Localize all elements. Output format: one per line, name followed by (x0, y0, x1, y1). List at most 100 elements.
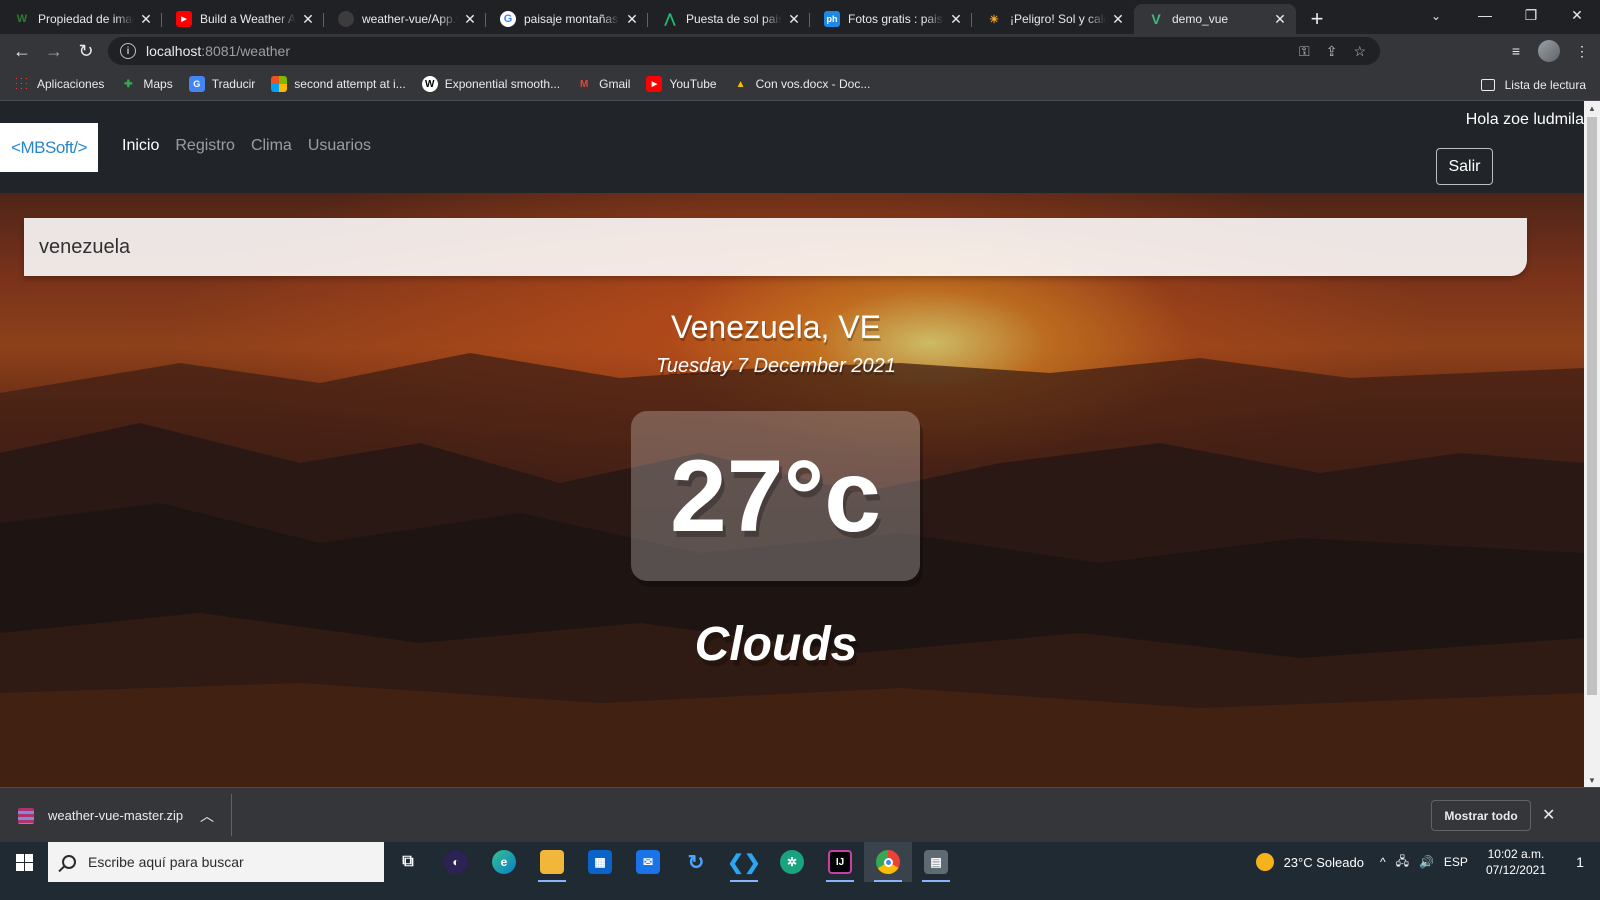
profile-avatar[interactable] (1538, 40, 1560, 62)
close-icon[interactable]: ✕ (1272, 11, 1288, 27)
close-icon[interactable]: ✕ (1110, 11, 1126, 27)
taskbar-app-store[interactable]: ▦ (576, 842, 624, 882)
taskbar-search[interactable]: Escribe aquí para buscar (48, 842, 384, 882)
bookmark-label: second attempt at i... (294, 77, 406, 91)
close-icon[interactable]: ✕ (462, 11, 478, 27)
nav-links: Inicio Registro Clima Usuarios (122, 137, 371, 155)
bookmark-maps[interactable]: ✚ Maps (120, 76, 173, 92)
scrollbar-thumb[interactable] (1587, 117, 1597, 695)
app-navbar: <MBSoft/> Inicio Registro Clima Usuarios… (0, 101, 1584, 193)
window-close-icon[interactable]: ✕ (1554, 0, 1600, 30)
edge-icon: e (492, 850, 516, 874)
drive-icon: ▲ (735, 78, 746, 90)
tab-search-icon[interactable]: ⌄ (1424, 4, 1448, 28)
taskbar-app-edge[interactable]: e (480, 842, 528, 882)
volume-icon[interactable]: 🔊 (1419, 855, 1434, 869)
key-icon[interactable]: ⚿ (1299, 43, 1310, 60)
bookmark-gmail[interactable]: M Gmail (576, 76, 631, 92)
download-item[interactable]: weather-vue-master.zip (18, 788, 183, 843)
taskbar-app-file-explorer[interactable] (528, 842, 576, 882)
bookmark-label: Exponential smooth... (444, 77, 561, 91)
brand-logo[interactable]: <MBSoft/> (0, 123, 98, 172)
close-icon[interactable]: ✕ (624, 11, 640, 27)
logout-button[interactable]: Salir (1436, 148, 1493, 185)
taskbar-app-remote[interactable]: ▤ (912, 842, 960, 882)
chevron-up-icon[interactable]: ^ (1380, 855, 1386, 869)
close-icon[interactable]: ✕ (1542, 805, 1555, 825)
nav-usuarios[interactable]: Usuarios (308, 137, 371, 155)
file-explorer-icon (540, 850, 564, 874)
bookmark-docs[interactable]: ▲ Con vos.docx - Doc... (733, 76, 871, 92)
taskbar-app-chatgpt[interactable]: ✲ (768, 842, 816, 882)
show-all-downloads-button[interactable]: Mostrar todo (1431, 800, 1531, 831)
site-info-icon[interactable]: i (120, 43, 136, 59)
address-bar[interactable]: i localhost:8081/weather ⚿ ⇪ ☆ (108, 37, 1380, 65)
media-control-icon[interactable]: ≡ (1504, 39, 1528, 63)
chrome-icon (876, 850, 900, 874)
tab-4[interactable]: G paisaje montañas s ✕ (486, 4, 648, 34)
taskbar-app-vscode[interactable]: ❮❯ (720, 842, 768, 882)
taskbar-clock[interactable]: 10:02 a.m. 07/12/2021 (1486, 846, 1546, 878)
tab-5[interactable]: ⋀ Puesta de sol paisa ✕ (648, 4, 810, 34)
reading-list[interactable]: Lista de lectura (1480, 68, 1586, 101)
microsoft-icon (271, 76, 288, 92)
taskbar-app-eclipse[interactable]: ◐ (432, 842, 480, 882)
shelf-divider (231, 794, 232, 836)
bookmark-label: Aplicaciones (37, 77, 105, 91)
url-host: localhost (146, 43, 202, 59)
windows-taskbar: Escribe aquí para buscar ⧉ ◐ e ▦ ✉ ↻ ❮❯ … (0, 842, 1600, 900)
github-icon (338, 11, 354, 27)
close-icon[interactable]: ✕ (300, 11, 316, 27)
taskbar-app-task-view[interactable]: ⧉ (384, 842, 432, 882)
taskbar-app-mail[interactable]: ✉ (624, 842, 672, 882)
weather-hero: Venezuela, VE Tuesday 7 December 2021 27… (0, 193, 1584, 787)
bookmark-star-icon[interactable]: ☆ (1353, 43, 1366, 60)
bookmark-second-attempt[interactable]: second attempt at i... (271, 76, 406, 92)
share-icon[interactable]: ⇪ (1326, 43, 1338, 60)
minimize-icon[interactable]: — (1462, 0, 1508, 30)
tab-title: demo_vue (1172, 12, 1229, 26)
bookmark-youtube[interactable]: ▶ YouTube (646, 76, 717, 92)
bookmark-translate[interactable]: G Traducir (188, 76, 255, 92)
taskbar-app-chrome[interactable] (864, 842, 912, 882)
taskbar-weather[interactable]: 23°C Soleado (1284, 855, 1364, 870)
menu-kebab-icon[interactable]: ⋮ (1570, 39, 1594, 63)
network-icon[interactable]: 🖧 (1396, 852, 1409, 873)
location-search-input[interactable] (24, 218, 1527, 276)
tab-2[interactable]: ▶ Build a Weather Ap ✕ (162, 4, 324, 34)
bookmark-exponential[interactable]: W Exponential smooth... (421, 76, 561, 92)
taskbar-app-intellij[interactable]: IJ (816, 842, 864, 882)
tab-7[interactable]: ☀ ¡Peligro! Sol y calor ✕ (972, 4, 1134, 34)
tab-title: Build a Weather Ap (200, 12, 296, 26)
scroll-up-icon[interactable]: ▲ (1584, 101, 1600, 115)
bookmarks-bar: Aplicaciones ✚ Maps G Traducir second at… (0, 68, 1600, 101)
reload-icon[interactable]: ↻ (70, 37, 102, 65)
vscode-icon: ❮❯ (727, 851, 761, 874)
close-icon[interactable]: ✕ (786, 11, 802, 27)
tab-3[interactable]: weather-vue/App.v ✕ (324, 4, 486, 34)
new-tab-button[interactable]: + (1302, 4, 1332, 34)
tab-title: weather-vue/App.v (362, 12, 458, 26)
restore-icon[interactable]: ❐ (1508, 0, 1554, 30)
close-icon[interactable]: ✕ (138, 11, 154, 27)
tab-6[interactable]: ph Fotos gratis : paisa ✕ (810, 4, 972, 34)
nav-clima[interactable]: Clima (251, 137, 292, 155)
back-icon[interactable]: ← (6, 37, 38, 65)
scroll-down-icon[interactable]: ▼ (1584, 773, 1600, 787)
weather-sun-icon[interactable] (1255, 853, 1274, 871)
chevron-up-icon[interactable]: ︿ (200, 806, 214, 826)
page-scrollbar[interactable]: ▲ ▼ (1584, 101, 1600, 787)
notification-center-icon[interactable]: 1 (1560, 842, 1600, 882)
nav-registro[interactable]: Registro (175, 137, 235, 155)
taskbar-app-refresh[interactable]: ↻ (672, 842, 720, 882)
download-shelf: weather-vue-master.zip ︿ Mostrar todo ✕ (0, 787, 1600, 842)
tab-1[interactable]: W Propiedad de imag ✕ (0, 4, 162, 34)
tab-8-active[interactable]: V demo_vue ✕ (1134, 4, 1296, 34)
weather-condition: Clouds (694, 618, 858, 671)
forward-icon[interactable]: → (38, 37, 70, 65)
bookmark-apps[interactable]: Aplicaciones (14, 76, 104, 92)
language-indicator[interactable]: ESP (1444, 855, 1468, 869)
start-button[interactable] (0, 842, 48, 882)
nav-inicio[interactable]: Inicio (122, 137, 159, 155)
close-icon[interactable]: ✕ (948, 11, 964, 27)
